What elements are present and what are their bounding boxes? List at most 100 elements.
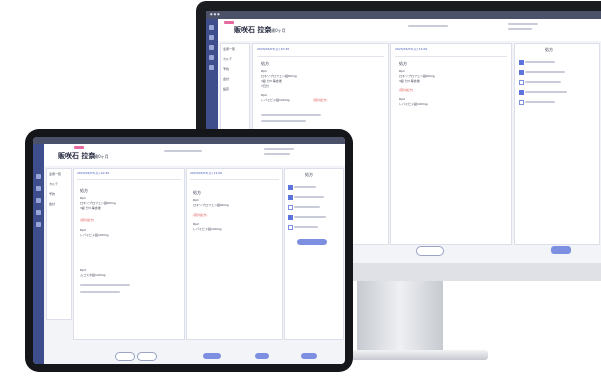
karte-panel-right: 2023/03/07(火) 11:00 処方 Rp1 ロキソプロフェン錠60mg… (186, 168, 283, 340)
confirm-button[interactable] (255, 353, 269, 359)
header-info (164, 150, 202, 152)
rx-item: 3錠 分3 毎食後 (399, 79, 420, 83)
status-badge (224, 21, 234, 24)
row-text (294, 226, 318, 228)
row-text (294, 216, 326, 218)
billing-icon[interactable] (209, 65, 214, 70)
rx-item: Rp1 (261, 69, 267, 73)
row-text (294, 196, 324, 198)
karte-date: 2023/03/07(火) 11:00 (395, 47, 428, 51)
rx-item: ロキソプロフェン錠60mg (399, 74, 435, 78)
left-nav: 患者一覧 カルテ 予約 会計 (46, 168, 72, 320)
tablet-screen: 販咲石 拉奈 20歳0ヶ月 患者一覧 カルテ 予約 会計 2023/03/07(… (33, 137, 345, 364)
rx-item: Rp2 (399, 97, 405, 101)
karte-icon[interactable] (36, 198, 41, 203)
rx-order-panel: 処方 (284, 168, 344, 340)
rx-item: 7日分 (261, 84, 269, 88)
rx-item: ロキソプロフェン錠60mg (261, 74, 297, 78)
row-text (525, 61, 555, 63)
calendar-icon[interactable] (36, 210, 41, 215)
placeholder-line (80, 291, 120, 293)
nav-item-billing[interactable]: 会計 (49, 203, 55, 206)
patient-age: 20歳0ヶ月 (89, 154, 109, 159)
add-button[interactable] (297, 239, 327, 245)
next-button[interactable] (137, 352, 157, 361)
divider (77, 179, 181, 180)
karte-date: 2023/03/07(火) 10:30 (257, 47, 290, 51)
karte-panel-right: 2023/03/07(火) 11:00 処方 Rp1 ロキソプロフェン錠60mg… (390, 43, 512, 245)
save-button[interactable] (301, 353, 317, 359)
save-button[interactable] (551, 246, 571, 254)
rx-item: レバミピド錠100mg (80, 233, 109, 237)
karte-panel-left: 2023/03/07(火) 10:30 処方 Rp1 ロキソプロフェン錠60mg… (73, 168, 185, 340)
row-text (525, 101, 555, 103)
patients-icon[interactable] (36, 186, 41, 191)
row-text (294, 206, 320, 208)
rx-note: (院外処方) (313, 98, 328, 102)
karte-date: 2023/03/07(火) 10:30 (77, 171, 110, 175)
checkbox[interactable] (519, 80, 524, 85)
nav-item-karte[interactable]: カルテ (49, 183, 58, 186)
divider (257, 56, 384, 57)
placeholder-line (80, 284, 130, 286)
rx-note: (院外処方) (399, 88, 414, 92)
nav-item-reservation[interactable]: 予約 (49, 193, 55, 196)
rx-item: 3錠 分3 毎食後 (80, 206, 101, 210)
rx-note: (院外処方) (193, 213, 208, 217)
sidebar (33, 144, 44, 364)
nav-item-settings[interactable]: 設定 (223, 88, 229, 91)
status-badge (74, 146, 84, 149)
rx-item: Rp2 (80, 228, 86, 232)
rx-item: Rp2 (193, 222, 199, 226)
header-info-right-2 (264, 153, 290, 155)
monitor-stand (357, 281, 443, 355)
rx-heading: 処方 (193, 190, 201, 195)
karte-date: 2023/03/07(火) 11:00 (190, 171, 223, 175)
status-bar (33, 137, 345, 144)
pager-button[interactable] (416, 246, 444, 256)
header-info-right (508, 23, 538, 25)
secondary-button[interactable] (203, 353, 221, 359)
rx-item: レバミピド錠100mg (399, 102, 428, 106)
rx-item: レバミピド錠100mg (261, 98, 290, 102)
window-titlebar: ● ● ● (206, 11, 601, 19)
checkbox[interactable] (288, 205, 293, 210)
placeholder-line (261, 120, 306, 122)
rx-item: Rp1 (193, 198, 199, 202)
checkbox[interactable] (288, 215, 293, 220)
nav-item-billing[interactable]: 会計 (223, 78, 229, 81)
row-text (525, 71, 565, 73)
checkbox[interactable] (519, 60, 524, 65)
checkbox[interactable] (519, 100, 524, 105)
checkbox[interactable] (288, 225, 293, 230)
prev-button[interactable] (115, 352, 135, 361)
rx-note: (院外処方) (80, 218, 95, 222)
checkbox[interactable] (288, 185, 293, 190)
patient-header: 販咲石 拉奈 20歳0ヶ月 (218, 19, 601, 41)
billing-icon[interactable] (36, 222, 41, 227)
nav-item-patients[interactable]: 患者一覧 (223, 48, 235, 51)
rx-item: ムコスタ錠100mg (80, 273, 106, 277)
karte-icon[interactable] (209, 45, 214, 50)
header-info-right (264, 148, 294, 150)
checkbox[interactable] (519, 70, 524, 75)
checkbox[interactable] (519, 90, 524, 95)
rx-item: ロキソプロフェン錠60mg (80, 201, 116, 205)
rx-item: Rp2 (261, 93, 267, 97)
nav-item-reservation[interactable]: 予約 (223, 68, 229, 71)
rx-order-panel: 処方 (514, 43, 600, 245)
patients-icon[interactable] (209, 35, 214, 40)
home-icon[interactable] (209, 25, 214, 30)
divider (190, 179, 279, 180)
calendar-icon[interactable] (209, 55, 214, 60)
placeholder-line (261, 114, 321, 116)
home-icon[interactable] (36, 174, 41, 179)
window-controls: ● ● ● (210, 12, 220, 16)
nav-item-karte[interactable]: カルテ (223, 58, 232, 61)
checkbox[interactable] (288, 195, 293, 200)
nav-item-patients[interactable]: 患者一覧 (49, 173, 61, 176)
rx-item: 3錠 分3 毎食後 (261, 79, 282, 83)
header-info (408, 25, 448, 27)
row-text (525, 81, 561, 83)
header-info-right-2 (508, 28, 532, 30)
